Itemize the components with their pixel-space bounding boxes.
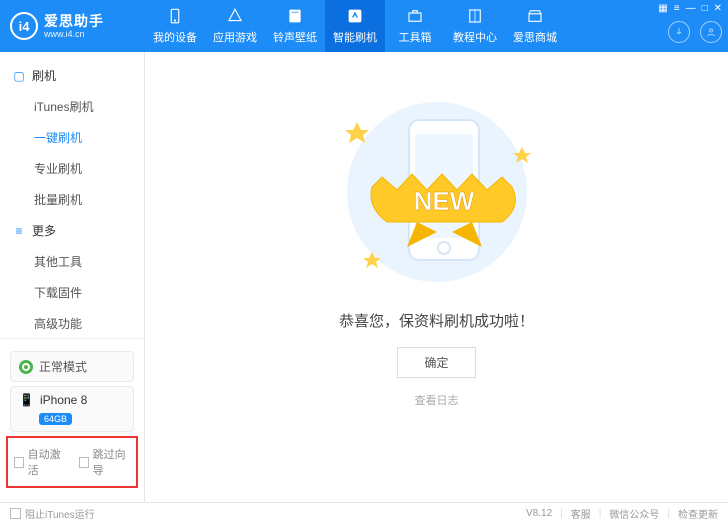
checkbox-icon [79,457,89,468]
nav-ringtone[interactable]: 铃声壁纸 [265,0,325,52]
status-bar: 阻止iTunes运行 V8.12 | 客服 | 微信公众号 | 检查更新 [0,502,728,524]
checkbox-label: 跳过向导 [93,446,130,478]
phone-icon [166,7,184,25]
toolbox-icon [406,7,424,25]
nav-device[interactable]: 我的设备 [145,0,205,52]
checkbox-label: 自动激活 [28,446,65,478]
storage-badge: 64GB [39,413,72,425]
checkbox-icon [10,508,21,519]
app-logo: i4 爱思助手 www.i4.cn [0,12,145,40]
top-right-buttons [668,0,722,52]
wechat-link[interactable]: 微信公众号 [609,506,659,521]
sidebar-item-advanced[interactable]: 高级功能 [0,308,144,338]
device-name: iPhone 8 [40,393,87,407]
main-panel: NEW 恭喜您，保资料刷机成功啦！ 确定 查看日志 [145,52,728,502]
sidebar-heading-more: ≡ 更多 [0,215,144,246]
list-icon: ≡ [12,224,26,238]
status-dot-icon [19,360,33,374]
nav-store[interactable]: 爱思商城 [505,0,565,52]
sidebar-item-pro-flash[interactable]: 专业刷机 [0,153,144,184]
nav-tutorial[interactable]: 教程中心 [445,0,505,52]
flash-icon [346,7,364,25]
device-phone-icon: 📱 [19,393,34,407]
sidebar-item-itunes-flash[interactable]: iTunes刷机 [0,91,144,122]
nav-flash[interactable]: 智能刷机 [325,0,385,52]
support-link[interactable]: 客服 [571,506,591,521]
nav-label: 应用游戏 [213,29,257,45]
nav-label: 铃声壁纸 [273,29,317,45]
checkbox-skip-setup[interactable]: 跳过向导 [79,446,130,478]
sidebar-item-download-firmware[interactable]: 下载固件 [0,277,144,308]
content-body: ▢ 刷机 iTunes刷机 一键刷机 专业刷机 批量刷机 ≡ 更多 其他工具 下… [0,52,728,502]
logo-icon: i4 [10,12,38,40]
highlighted-options: 自动激活 跳过向导 [6,436,138,488]
app-url: www.i4.cn [44,30,104,39]
device-mode-label: 正常模式 [39,358,87,375]
checkbox-icon [14,457,24,468]
checkbox-auto-activate[interactable]: 自动激活 [14,446,65,478]
apps-icon [226,7,244,25]
view-log-link[interactable]: 查看日志 [415,392,459,408]
check-update-link[interactable]: 检查更新 [678,506,718,521]
store-icon [526,7,544,25]
sidebar-heading-label: 刷机 [32,67,56,84]
ok-button[interactable]: 确定 [397,347,475,378]
nav-label: 工具箱 [399,29,432,45]
success-illustration: NEW [317,92,557,292]
sidebar-item-batch-flash[interactable]: 批量刷机 [0,184,144,215]
nav-label: 爱思商城 [513,29,557,45]
nav-label: 智能刷机 [333,29,377,45]
download-button[interactable] [668,21,690,43]
account-button[interactable] [700,21,722,43]
checkbox-label: 阻止iTunes运行 [25,506,95,521]
phone-outline-icon: ▢ [12,69,26,83]
app-name: 爱思助手 [44,14,104,28]
version-label: V8.12 [526,508,552,519]
title-bar: i4 爱思助手 www.i4.cn 我的设备 应用游戏 铃声壁纸 智能刷机 工具… [0,0,728,52]
sidebar: ▢ 刷机 iTunes刷机 一键刷机 专业刷机 批量刷机 ≡ 更多 其他工具 下… [0,52,145,502]
nav-toolbox[interactable]: 工具箱 [385,0,445,52]
sidebar-item-oneclick-flash[interactable]: 一键刷机 [0,122,144,153]
device-row[interactable]: 📱 iPhone 8 64GB [10,386,134,432]
skin-button[interactable]: ▦ [658,3,667,14]
nav-label: 教程中心 [453,29,497,45]
main-nav: 我的设备 应用游戏 铃声壁纸 智能刷机 工具箱 教程中心 爱思商城 [145,0,565,52]
banner-text: NEW [413,186,474,216]
sidebar-heading-flash: ▢ 刷机 [0,60,144,91]
device-mode-row[interactable]: 正常模式 [10,351,134,382]
note-icon [286,7,304,25]
nav-label: 我的设备 [153,29,197,45]
sidebar-item-other-tools[interactable]: 其他工具 [0,246,144,277]
sidebar-bottom: 正常模式 📱 iPhone 8 64GB 自动激活 跳过向导 [0,338,144,502]
success-message: 恭喜您，保资料刷机成功啦！ [339,310,534,331]
sidebar-heading-label: 更多 [32,222,56,239]
checkbox-block-itunes[interactable]: 阻止iTunes运行 [10,506,95,521]
nav-apps[interactable]: 应用游戏 [205,0,265,52]
book-icon [466,7,484,25]
